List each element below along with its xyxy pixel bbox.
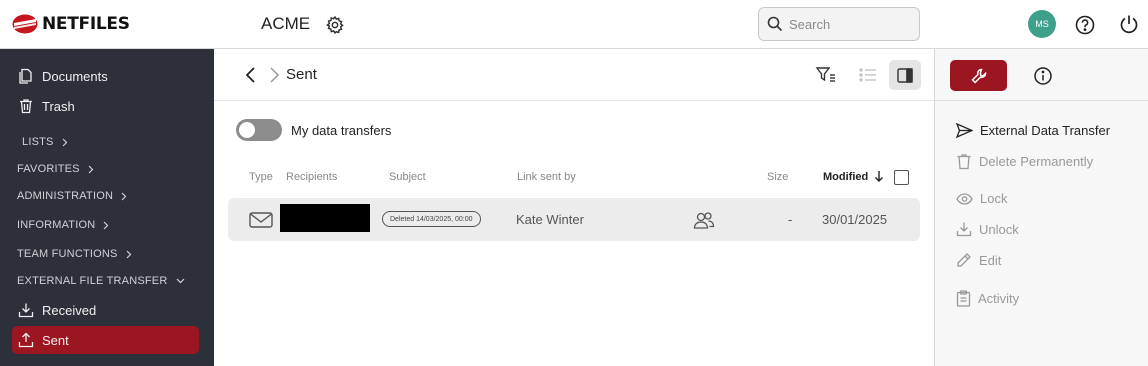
help-icon[interactable] (1075, 15, 1095, 35)
delete-permanently-action[interactable]: Delete Permanently (956, 153, 1093, 170)
sidebar-item-label: Sent (42, 332, 69, 348)
gear-icon[interactable] (325, 15, 345, 35)
unlock-action[interactable]: Unlock (956, 221, 1019, 237)
top-bar: NETFILES ACME MS (0, 0, 1148, 49)
trash-icon (957, 154, 971, 170)
sidebar-section-lists[interactable]: LISTS (22, 136, 68, 148)
avatar[interactable]: MS (1028, 10, 1056, 38)
breadcrumb: Sent (214, 49, 934, 101)
wrench-icon (970, 68, 986, 84)
activity-action[interactable]: Activity (956, 290, 1019, 307)
sidebar-section-external-file-transfer[interactable]: EXTERNAL FILE TRANSFER (17, 275, 185, 287)
edit-action[interactable]: Edit (956, 252, 1001, 268)
filter-icon[interactable] (815, 65, 837, 85)
back-arrow-icon[interactable] (244, 66, 258, 84)
column-header-size[interactable]: Size (767, 171, 788, 183)
select-all-checkbox[interactable] (894, 170, 909, 185)
sidebar-item-label: Received (42, 302, 97, 318)
sort-down-icon[interactable] (874, 170, 884, 183)
chevron-down-icon (176, 278, 184, 284)
power-icon[interactable] (1119, 14, 1139, 34)
forward-arrow-icon[interactable] (267, 66, 281, 84)
toggle-knob (239, 122, 255, 138)
page-title: Sent (286, 66, 317, 83)
column-header-subject[interactable]: Subject (389, 171, 426, 183)
section-label: LISTS (22, 136, 54, 148)
trash-icon (20, 99, 32, 114)
sidebar-item-trash[interactable]: Trash (12, 92, 199, 120)
detail-panel-toggle[interactable] (889, 60, 921, 90)
recipients-redacted (280, 204, 370, 232)
action-label: Activity (978, 291, 1020, 306)
column-header-modified[interactable]: Modified (823, 171, 868, 183)
chevron-right-icon (121, 192, 127, 200)
action-label: Lock (980, 191, 1008, 206)
clipboard-icon (956, 290, 971, 307)
chevron-right-icon (126, 250, 131, 258)
panel-tabs (935, 49, 1148, 101)
main-content: Sent My data transfers Type Recipients S… (214, 49, 934, 366)
section-label: EXTERNAL FILE TRANSFER (17, 275, 168, 287)
sidebar-section-administration[interactable]: ADMINISTRATION (17, 190, 127, 202)
column-header-type[interactable]: Type (249, 171, 273, 183)
sidebar: Documents Trash LISTS FAVORITES ADMINIST… (0, 49, 214, 366)
sidebar-item-label: Trash (42, 98, 75, 114)
link-sent-by-cell: Kate Winter (516, 212, 584, 227)
eye-icon (956, 192, 973, 205)
tab-actions[interactable] (950, 60, 1007, 91)
lock-action[interactable]: Lock (956, 191, 1007, 206)
send-icon (956, 123, 973, 138)
mail-icon (249, 212, 273, 228)
sidebar-item-sent[interactable]: Sent (12, 326, 199, 354)
action-label: Unlock (979, 221, 1019, 237)
action-label: Delete Permanently (979, 154, 1094, 169)
section-label: ADMINISTRATION (17, 190, 114, 202)
column-header-recipients[interactable]: Recipients (286, 171, 337, 183)
info-icon[interactable] (1033, 66, 1053, 86)
section-label: FAVORITES (17, 163, 80, 175)
search-icon (767, 16, 783, 32)
table-row[interactable]: Deleted 14/03/2025, 00:00 Kate Winter - … (228, 198, 920, 241)
action-label: External Data Transfer (980, 123, 1111, 138)
modified-cell: 30/01/2025 (822, 212, 888, 227)
sidebar-item-received[interactable]: Received (12, 296, 199, 324)
sidebar-section-information[interactable]: INFORMATION (17, 219, 109, 231)
pencil-icon (957, 253, 971, 267)
company-name[interactable]: ACME (261, 14, 310, 34)
download-icon (18, 303, 34, 318)
sidebar-item-documents[interactable]: Documents (12, 62, 199, 90)
chevron-right-icon (88, 165, 94, 173)
column-header-link-sent-by[interactable]: Link sent by (517, 171, 576, 183)
list-view-icon[interactable] (857, 65, 879, 85)
sidebar-section-team-functions[interactable]: TEAM FUNCTIONS (17, 248, 132, 260)
search-box[interactable] (758, 7, 920, 41)
chevron-right-icon (103, 221, 109, 229)
sidebar-item-label: Documents (42, 68, 108, 84)
status-badge: Deleted 14/03/2025, 00:00 (382, 211, 481, 227)
toggle-label: My data transfers (291, 123, 392, 138)
users-icon[interactable] (693, 210, 715, 230)
download-icon (956, 222, 972, 237)
sidebar-section-favorites[interactable]: FAVORITES (17, 163, 94, 175)
documents-icon (19, 68, 32, 84)
section-label: TEAM FUNCTIONS (17, 248, 118, 260)
brand-name: NETFILES (42, 14, 130, 34)
detail-panel: External Data Transfer Delete Permanentl… (934, 49, 1148, 366)
my-data-transfers-toggle[interactable] (236, 119, 282, 141)
section-label: INFORMATION (17, 219, 96, 231)
action-label: Edit (979, 252, 1002, 268)
netfiles-logo-icon (12, 14, 38, 34)
chevron-right-icon (62, 138, 67, 146)
upload-icon (18, 332, 34, 348)
netfiles-logo[interactable]: NETFILES (12, 13, 130, 35)
external-data-transfer-action[interactable]: External Data Transfer (956, 123, 1110, 138)
side-panel-icon (897, 67, 913, 83)
size-cell: - (788, 212, 793, 227)
search-input[interactable] (789, 16, 909, 32)
